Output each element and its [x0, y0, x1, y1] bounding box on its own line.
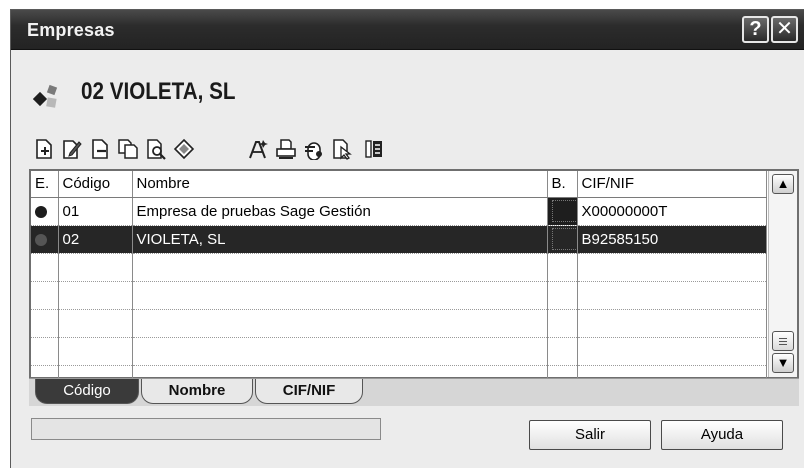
scroll-down-icon[interactable]: ▼ [772, 353, 794, 373]
state-dot-icon [35, 205, 47, 218]
codigo-cell: 01 [58, 197, 133, 226]
vertical-scrollbar[interactable]: ▲ ▼ [768, 171, 797, 377]
companies-grid: E. Código Nombre B. CIF/NIF 01 Empresa d… [29, 169, 799, 394]
new-icon[interactable] [31, 136, 57, 162]
title-bar[interactable]: Empresas ? ✕ [11, 10, 804, 50]
column-header-codigo[interactable]: Código [58, 171, 133, 198]
cif-cell: X00000000T [577, 197, 767, 226]
company-logo-icon [33, 84, 58, 108]
toolbar [31, 136, 511, 166]
help-icon[interactable]: ? [742, 16, 769, 43]
cursor-page-icon[interactable] [329, 136, 355, 162]
close-icon[interactable]: ✕ [771, 16, 798, 43]
properties-icon[interactable] [245, 136, 271, 162]
edit-icon[interactable] [59, 136, 85, 162]
search-icon[interactable] [143, 136, 169, 162]
empty-row [31, 281, 767, 310]
print-icon[interactable] [273, 136, 299, 162]
ayuda-button[interactable]: Ayuda [661, 420, 783, 450]
window-title: Empresas [27, 20, 115, 40]
tab-cif[interactable]: CIF/NIF [255, 379, 363, 404]
scroll-up-icon[interactable]: ▲ [772, 174, 794, 194]
users-icon[interactable] [301, 136, 327, 162]
column-header-cif[interactable]: CIF/NIF [577, 171, 767, 198]
empresas-dialog: Empresas ? ✕ 02 VIOLETA, SL E. Código No… [10, 9, 804, 468]
column-header-b[interactable]: B. [547, 171, 578, 198]
column-header-estado[interactable]: E. [31, 171, 59, 198]
state-dot-icon [35, 233, 47, 246]
nombre-cell: Empresa de pruebas Sage Gestión [132, 197, 548, 226]
b-cell [547, 225, 578, 254]
cif-cell: B92585150 [577, 225, 767, 254]
salir-button[interactable]: Salir [529, 420, 651, 450]
empty-row [31, 337, 767, 366]
status-field [31, 418, 381, 440]
tab-nombre[interactable]: Nombre [141, 379, 253, 404]
empty-row [31, 253, 767, 282]
table-row-selected[interactable]: 02 VIOLETA, SL B92585150 [31, 225, 767, 254]
b-cell [547, 197, 578, 226]
state-cell [31, 197, 59, 226]
grid-header-row: E. Código Nombre B. CIF/NIF [31, 171, 767, 198]
nombre-cell: VIOLETA, SL [132, 225, 548, 254]
empty-row [31, 309, 767, 338]
delete-icon[interactable] [87, 136, 113, 162]
tab-codigo[interactable]: Código [35, 379, 139, 404]
scroll-thumb[interactable] [772, 331, 794, 351]
codigo-cell: 02 [58, 225, 133, 254]
columns-icon[interactable] [361, 136, 387, 162]
copy-icon[interactable] [115, 136, 141, 162]
table-row[interactable]: 01 Empresa de pruebas Sage Gestión X0000… [31, 197, 767, 226]
company-name: 02 VIOLETA, SL [81, 78, 236, 105]
state-cell [31, 225, 59, 254]
sort-tabs: Código Nombre CIF/NIF [29, 378, 799, 406]
column-header-nombre[interactable]: Nombre [132, 171, 548, 198]
options-icon[interactable] [171, 136, 197, 162]
